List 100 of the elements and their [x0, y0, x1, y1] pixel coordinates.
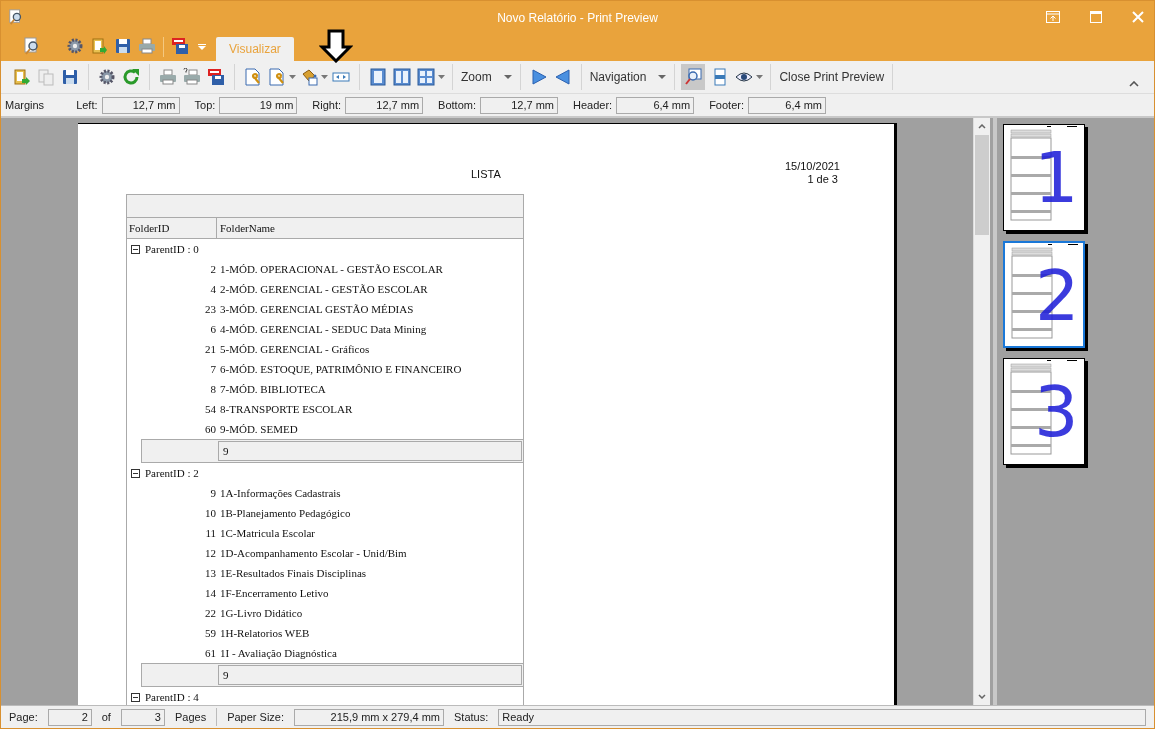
caret-icon[interactable] — [756, 75, 764, 79]
zoom-dropdown[interactable]: Zoom — [459, 65, 514, 89]
collapse-ribbon-icon[interactable] — [1129, 81, 1139, 87]
page-label: Page: — [9, 711, 38, 723]
table-cell-text: 60 — [204, 423, 216, 435]
print-preview-icon[interactable] — [23, 37, 41, 55]
table-cell-text: 12 — [204, 547, 216, 559]
table-cell-text: 1H-Relatorios WEB — [219, 627, 310, 639]
page-field[interactable]: 2 — [47, 708, 92, 726]
margin-label: Footer: — [709, 99, 744, 111]
margin-label: Bottom: — [438, 99, 476, 111]
magnifier-button[interactable] — [681, 64, 706, 90]
table-cell-text: 1G-Livro Didático — [219, 607, 303, 619]
print-icon[interactable] — [159, 68, 177, 86]
caret-icon[interactable] — [289, 75, 296, 79]
navigation-dropdown[interactable]: Navigation — [587, 65, 669, 89]
close-print-preview-button[interactable]: Close Print Preview — [777, 64, 887, 90]
previous-page-icon[interactable] — [553, 68, 572, 86]
multiple-pages-icon[interactable] — [417, 68, 435, 86]
collapse-toggle-icon[interactable] — [131, 692, 140, 702]
collapse-toggle-icon[interactable] — [131, 244, 140, 254]
table-cell-text: 4-MÓD. GERENCIAL - SEDUC Data Mining — [219, 323, 427, 335]
status-label: Status: — [454, 711, 489, 723]
margin-field[interactable]: 12,7 mm — [101, 96, 180, 114]
scroll-thumb[interactable] — [975, 135, 989, 235]
scroll-up-icon[interactable] — [978, 124, 986, 129]
report-date: 15/10/2021 — [784, 160, 840, 173]
print-preview-icon — [8, 9, 24, 25]
pdf-icon[interactable] — [207, 68, 225, 86]
table-cell-text: 1I - Avaliação Diagnóstica — [219, 647, 337, 659]
collapse-toggle-icon[interactable] — [131, 468, 140, 478]
save-icon[interactable] — [114, 37, 132, 55]
page-number: 1 de 3 — [807, 173, 839, 186]
table-cell-text: 21 — [204, 343, 216, 355]
table-cell-text: 11 — [204, 527, 216, 539]
caret-icon[interactable] — [321, 75, 328, 79]
table-cell-text: 6 — [209, 323, 216, 335]
column-header: FolderName — [219, 222, 275, 234]
table-cell-text: 54 — [204, 403, 216, 415]
margin-field[interactable]: 12,7 mm — [480, 96, 558, 114]
paper-size-label: Paper Size: — [227, 711, 284, 723]
refresh-icon[interactable] — [122, 68, 140, 86]
settings-icon[interactable] — [98, 68, 116, 86]
table-cell-text: 8-TRANSPORTE ESCOLAR — [219, 403, 353, 415]
two-pages-icon[interactable] — [393, 68, 411, 86]
scroll-down-icon[interactable] — [978, 694, 986, 699]
table-cell-text: 1F-Encerramento Letivo — [219, 587, 329, 599]
pages-label: Pages — [174, 711, 207, 723]
margin-label: Header: — [573, 99, 613, 111]
margin-field[interactable]: 6,4 mm — [616, 96, 695, 114]
group-header: ParentID : 0 — [145, 243, 199, 255]
export-icon[interactable] — [13, 68, 31, 86]
print-icon[interactable] — [138, 37, 156, 55]
margin-field[interactable]: 19 mm — [219, 96, 298, 114]
page-count: 3 — [120, 708, 165, 726]
vertical-scrollbar[interactable] — [973, 118, 990, 705]
fill-bucket-icon[interactable] — [300, 68, 318, 86]
table-cell-text: 7 — [209, 363, 216, 375]
table-cell-text: 1B-Planejamento Pedagógico — [219, 507, 351, 519]
table-cell-text: 1D-Acompanhamento Escolar - Unid/Bim — [219, 547, 407, 559]
margin-label: Top: — [194, 99, 216, 111]
next-page-icon[interactable] — [529, 68, 548, 86]
status-value: Ready — [498, 708, 1146, 726]
page-number-watermark: 2 — [1035, 261, 1080, 331]
summary-cell: 9 — [218, 441, 522, 461]
page-setup-icon[interactable] — [244, 68, 262, 86]
caret-icon[interactable] — [438, 75, 445, 79]
column-header: FolderID — [127, 218, 217, 238]
table-cell-text: 61 — [204, 647, 216, 659]
caret-icon[interactable] — [658, 75, 667, 79]
table-cell-text: 3-MÓD. GERENCIAL GESTÃO MÉDIAS — [219, 303, 414, 315]
printer-icon[interactable] — [183, 68, 201, 86]
page-thumbnail[interactable]: 1 — [1003, 124, 1085, 231]
margin-label: Left: — [76, 99, 98, 111]
paper-size-value: 215,9 mm x 279,4 mm — [294, 708, 444, 726]
save-icon[interactable] — [61, 68, 79, 86]
report-title: LISTA — [471, 168, 501, 182]
caret-icon[interactable] — [503, 75, 512, 79]
settings-icon[interactable] — [66, 37, 84, 55]
pdf-icon[interactable] — [171, 37, 189, 55]
table-cell-text: 23 — [204, 303, 216, 315]
table-cell-text: 5-MÓD. GERENCIAL - Gráficos — [219, 343, 370, 355]
table-cell-text: 1E-Resultados Finais Disciplinas — [219, 567, 367, 579]
table-cell-text: 6-MÓD. ESTOQUE, PATRIMÔNIO E FINANCEIRO — [219, 363, 462, 375]
margin-field[interactable]: 12,7 mm — [345, 96, 424, 114]
table-cell-text: 9 — [209, 487, 216, 499]
window-title: Novo Relatório - Print Preview — [497, 11, 658, 25]
table-cell-text: 9-MÓD. SEMED — [219, 423, 298, 435]
margins-label: Margins — [5, 99, 45, 111]
document-wrench-icon[interactable] — [268, 68, 286, 86]
table-cell-text: 14 — [204, 587, 216, 599]
margin-field[interactable]: 6,4 mm — [748, 96, 826, 114]
page-thumbnail[interactable]: 3 — [1003, 358, 1085, 465]
clipboard-icon[interactable] — [90, 37, 108, 55]
table-cell-text: 2-MÓD. GERENCIAL - GESTÃO ESCOLAR — [219, 283, 428, 295]
table-cell-text: 1C-Matricula Escolar — [219, 527, 315, 539]
table-cell-text: 59 — [204, 627, 216, 639]
table-cell-text: 1A-Informações Cadastrais — [219, 487, 341, 499]
page-thumbnail[interactable]: 2 — [1003, 241, 1085, 348]
single-page-icon[interactable] — [369, 68, 387, 86]
